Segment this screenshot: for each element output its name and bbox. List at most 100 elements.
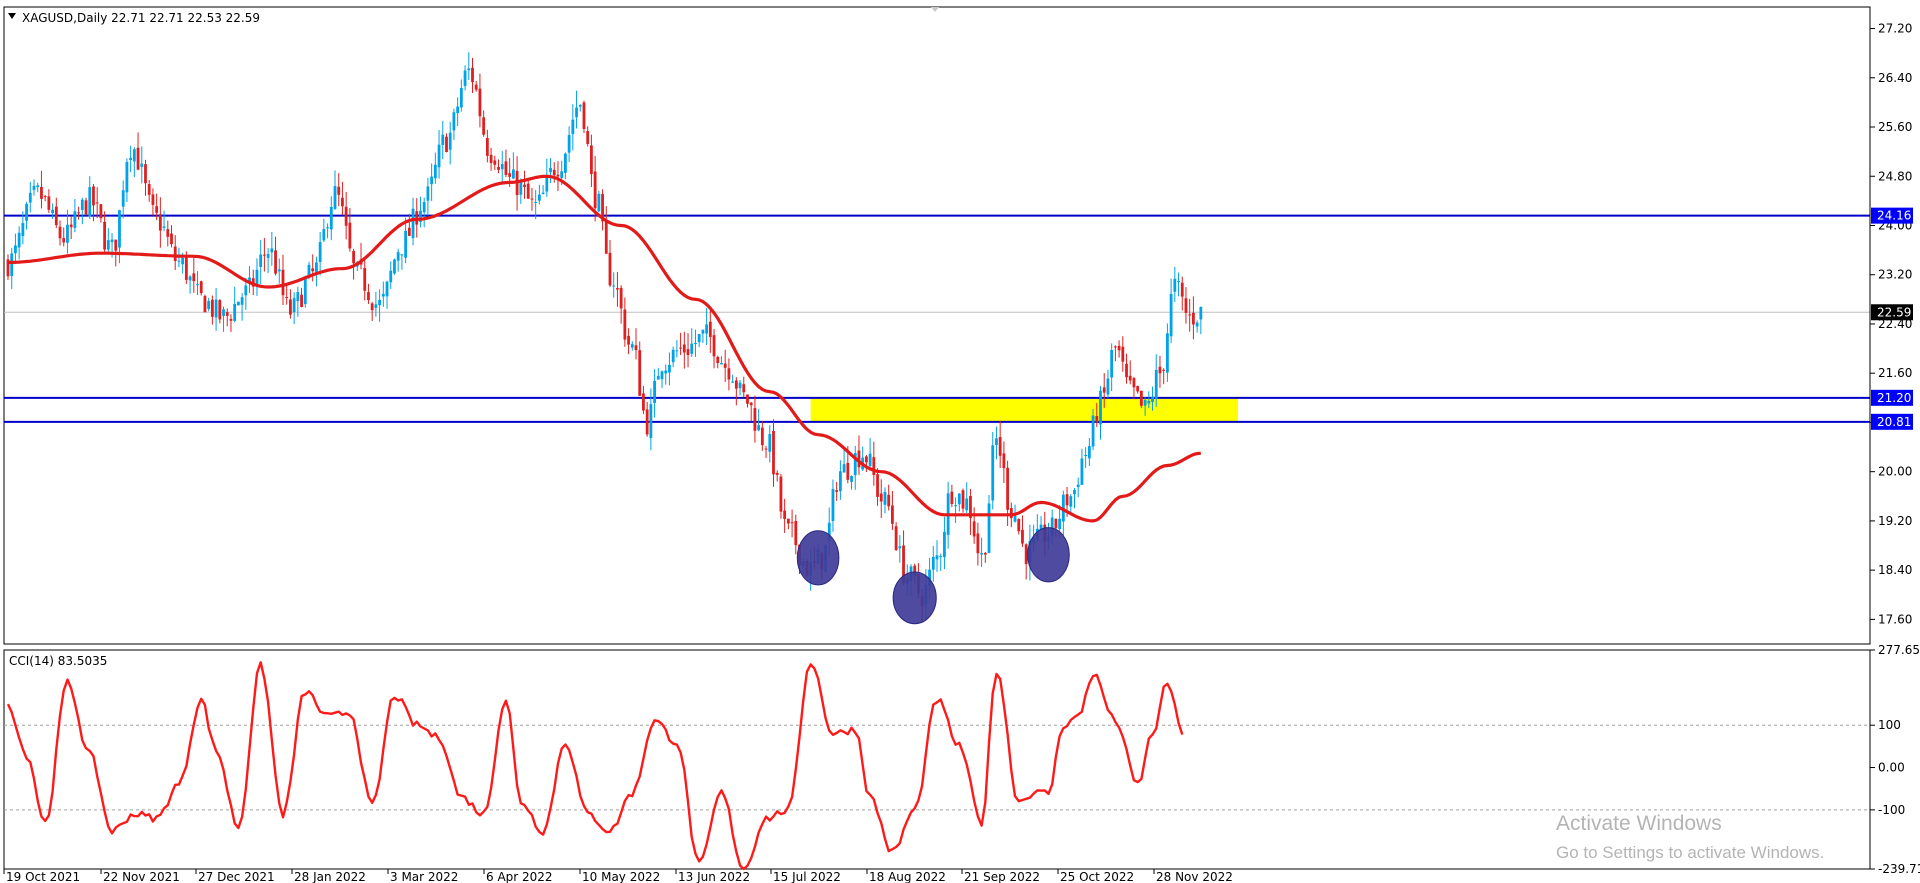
candle-body xyxy=(772,430,775,475)
candle-body xyxy=(47,196,51,210)
candle-body xyxy=(337,186,341,195)
candle-body xyxy=(664,370,668,374)
candle-body xyxy=(723,363,727,368)
candle-body xyxy=(1192,312,1195,325)
time-tick-label: 3 Mar 2022 xyxy=(390,870,458,883)
main-header: XAGUSD,Daily 22.71 22.71 22.53 22.59 xyxy=(22,11,260,25)
watermark-subtitle: Go to Settings to activate Windows. xyxy=(1556,843,1824,862)
candle-body xyxy=(556,174,560,177)
candle-body xyxy=(864,456,868,463)
candle-body xyxy=(300,294,303,307)
candle-body xyxy=(549,167,552,173)
candle-body xyxy=(385,281,389,297)
candle-body xyxy=(303,278,307,305)
candle-body xyxy=(987,503,991,553)
candle-body xyxy=(77,212,81,214)
candle-body xyxy=(1128,375,1132,381)
candle-body xyxy=(207,301,211,309)
candle-body xyxy=(240,297,244,305)
candle-body xyxy=(731,381,735,383)
candle-body xyxy=(1165,333,1169,373)
candle-body xyxy=(125,161,129,193)
candle-body xyxy=(459,88,463,108)
candle-body xyxy=(25,203,28,221)
candle-body xyxy=(62,238,66,243)
candle-body xyxy=(794,520,798,546)
candle-body xyxy=(846,462,850,480)
candle-body xyxy=(526,183,530,199)
candle-body xyxy=(114,239,118,251)
candle-body xyxy=(482,117,486,135)
candle-body xyxy=(1069,496,1073,507)
candle-body xyxy=(537,194,541,201)
candle-body xyxy=(196,284,199,286)
time-tick-label: 15 Jul 2022 xyxy=(773,870,841,883)
candle-body xyxy=(32,185,36,190)
candle-body xyxy=(147,184,151,195)
candle-body xyxy=(389,270,393,283)
candle-body xyxy=(236,301,240,306)
candle-body xyxy=(99,204,103,219)
candle-body xyxy=(329,206,333,230)
candle-body xyxy=(779,476,783,512)
candle-body xyxy=(188,276,192,281)
cci-panel[interactable]: CCI(14) 83.5035 xyxy=(3,649,1871,871)
candle-body xyxy=(10,253,14,277)
candle-body xyxy=(1021,529,1024,544)
candle-body xyxy=(712,335,716,357)
candle-body xyxy=(690,343,694,354)
candle-body xyxy=(448,132,452,150)
candle-body xyxy=(210,299,214,317)
price-panel[interactable]: XAGUSD,Daily 22.71 22.71 22.53 22.59 xyxy=(3,6,1871,645)
candle-body xyxy=(686,349,690,355)
candle-body xyxy=(694,342,697,345)
candle-body xyxy=(738,382,742,389)
candle-body xyxy=(393,259,396,274)
candle-body xyxy=(129,157,133,160)
candle-body xyxy=(1076,484,1080,488)
candle-body xyxy=(716,356,720,364)
price-tick-label: 25.60 xyxy=(1878,120,1912,134)
candle-body xyxy=(244,285,248,296)
cci-tick-label: 277.658 xyxy=(1878,643,1920,657)
candle-body xyxy=(181,257,185,265)
candle-body xyxy=(411,208,415,239)
candle-body xyxy=(708,321,712,338)
candle-body xyxy=(1147,400,1151,404)
candle-body xyxy=(950,491,954,504)
candle-body xyxy=(40,186,43,199)
candle-body xyxy=(1080,458,1084,485)
pattern-ellipse xyxy=(796,530,840,586)
candle-body xyxy=(835,490,839,492)
candle-body xyxy=(422,201,426,213)
candle-body xyxy=(530,198,534,200)
candle-body xyxy=(281,269,285,296)
candle-body xyxy=(1006,467,1010,510)
candle-body xyxy=(720,362,723,365)
candle-body xyxy=(478,88,482,117)
candle-body xyxy=(14,245,17,254)
candle-body xyxy=(17,232,21,248)
resistance-zone-rect xyxy=(810,397,1238,422)
candle-body xyxy=(768,434,772,452)
candle-body xyxy=(151,194,155,205)
price-tag-label: 22.59 xyxy=(1877,305,1911,319)
candle-body xyxy=(1173,278,1177,292)
candle-body xyxy=(604,219,608,254)
candle-body xyxy=(1151,396,1154,402)
candle-body xyxy=(590,145,593,174)
candle-body xyxy=(541,192,545,195)
candle-body xyxy=(898,546,902,549)
candle-body xyxy=(344,206,348,226)
candle-body xyxy=(995,438,998,446)
candle-body xyxy=(760,427,764,446)
trading-chart: XAGUSD,Daily 22.71 22.71 22.53 22.59 27.… xyxy=(0,0,1920,883)
candle-body xyxy=(374,304,378,308)
candle-body xyxy=(1091,415,1095,447)
cci-tick-label: -100 xyxy=(1878,803,1905,817)
candle-body xyxy=(407,227,411,236)
candle-body xyxy=(162,226,166,228)
candle-body xyxy=(277,269,281,272)
candle-body xyxy=(203,296,207,313)
candle-body xyxy=(764,448,768,450)
